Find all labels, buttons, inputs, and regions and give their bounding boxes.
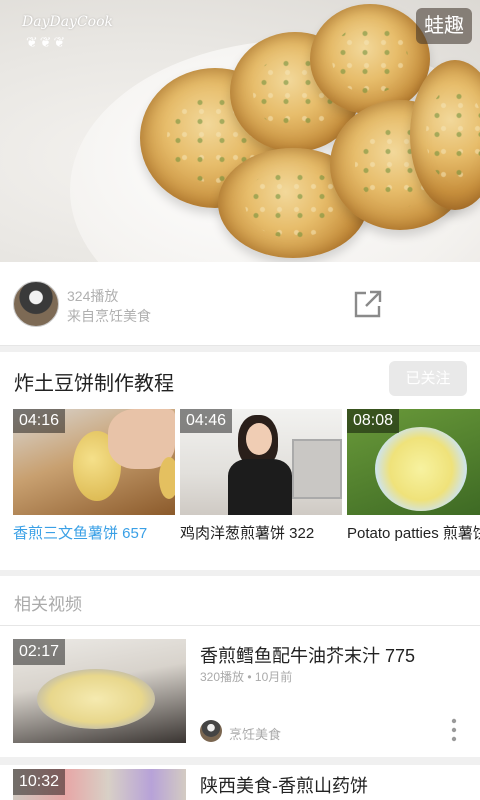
video-duration: 02:17 [13, 639, 66, 665]
related-videos-heading: 相关视频 [14, 595, 82, 614]
host-body-image [228, 459, 292, 515]
brand-badge: 蛙趣 [416, 8, 472, 44]
author-avatar[interactable] [13, 281, 59, 327]
video-duration: 04:46 [180, 409, 233, 433]
video-duration: 10:32 [13, 769, 66, 795]
bowl-image [375, 427, 467, 511]
video-duration: 08:08 [347, 409, 400, 433]
source-label[interactable]: 来自烹饪美食 [67, 306, 151, 326]
share-icon[interactable] [352, 288, 384, 320]
author-row: 324播放 来自烹饪美食 [0, 262, 480, 346]
potato-image [159, 457, 175, 499]
series-video-caption[interactable]: 香煎三文鱼薯饼 657 [13, 522, 147, 543]
divider [0, 625, 480, 626]
potato-cake-image [310, 4, 430, 114]
related-video-meta: 320播放 • 10月前 [200, 670, 293, 684]
series-video-thumbnail[interactable]: 08:08 [347, 409, 480, 515]
sauce-pan-image [37, 669, 155, 729]
related-source-name[interactable]: 烹饪美食 [229, 724, 281, 743]
related-video-thumbnail[interactable]: 02:17 [13, 639, 186, 743]
host-face-image [246, 423, 272, 455]
oven-image [292, 439, 342, 499]
related-video-title[interactable]: 香煎鳕鱼配牛油芥末汁 775 [200, 642, 415, 668]
series-video-thumbnail[interactable]: 04:46 [180, 409, 342, 515]
more-options-icon[interactable] [450, 718, 458, 742]
section-gap [0, 346, 480, 352]
related-video-thumbnail[interactable]: 10:32 [13, 769, 186, 800]
series-video-thumbnail[interactable]: 04:16 [13, 409, 175, 515]
video-duration: 04:16 [13, 409, 66, 433]
daydaycook-logo: DayDayCook ❦❦❦ [22, 12, 114, 52]
video-player[interactable]: DayDayCook ❦❦❦ 蛙趣 [0, 0, 480, 262]
related-video-title[interactable]: 陕西美食-香煎山药饼 [200, 772, 368, 798]
play-count: 324播放 [67, 288, 119, 304]
related-source-avatar[interactable] [200, 720, 222, 742]
series-video-caption[interactable]: 鸡肉洋葱煎薯饼 322 [180, 522, 314, 543]
follow-button[interactable]: 已关注 [389, 361, 467, 396]
series-video-caption[interactable]: Potato patties 煎薯饼 [347, 522, 480, 543]
series-title: 炸土豆饼制作教程 [14, 373, 174, 395]
section-gap [0, 757, 480, 765]
logo-leaves: ❦❦❦ [26, 34, 68, 50]
section-gap [0, 570, 480, 576]
logo-text: DayDayCook [22, 14, 114, 30]
